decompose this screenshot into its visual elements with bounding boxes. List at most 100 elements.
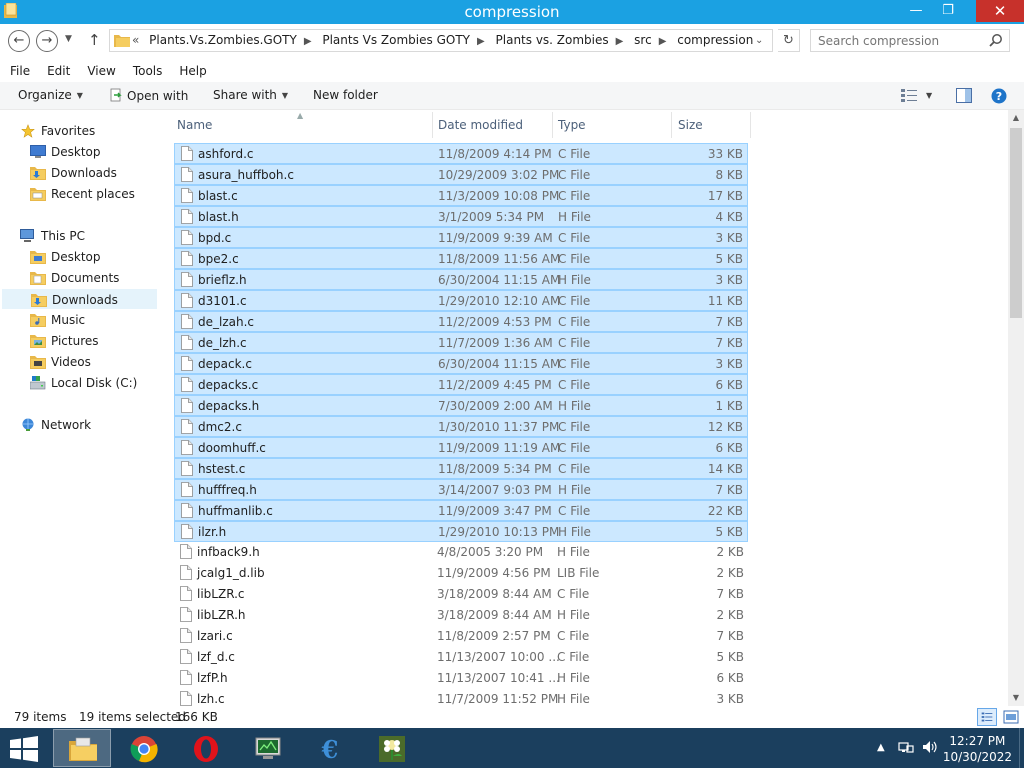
breadcrumb-item[interactable]: Plants vs. Zombies — [496, 33, 609, 47]
table-row[interactable]: depacks.h 7/30/2009 2:00 AM H File 1 KB — [174, 395, 748, 416]
table-row[interactable]: de_lzh.c 11/7/2009 1:36 AM C File 7 KB — [174, 332, 748, 353]
menu-file[interactable]: File — [0, 60, 37, 78]
column-header-name[interactable]: Name — [177, 118, 212, 132]
close-button[interactable]: ✕ — [976, 0, 1024, 22]
open-with-button[interactable]: Open with — [110, 88, 188, 103]
maximize-button[interactable]: ❐ — [934, 0, 962, 22]
table-row[interactable]: depacks.c 11/2/2009 4:45 PM C File 6 KB — [174, 374, 748, 395]
menu-edit[interactable]: Edit — [37, 60, 77, 78]
table-row[interactable]: libLZR.h 3/18/2009 8:44 AM H File 2 KB — [174, 605, 748, 626]
nav-this-pc[interactable]: This PC — [20, 226, 150, 246]
breadcrumb-separator-icon[interactable]: ▶ — [477, 36, 485, 47]
table-row[interactable]: lzh.c 11/7/2009 11:52 PM H File 3 KB — [174, 689, 748, 706]
breadcrumb-separator-icon[interactable]: ▶ — [616, 36, 624, 47]
table-row[interactable]: brieflz.h 6/30/2004 11:15 AM H File 3 KB — [174, 269, 748, 290]
search-icon[interactable] — [989, 33, 1003, 47]
chevron-down-icon[interactable]: ⌄ — [755, 35, 763, 46]
nav-pc-documents[interactable]: Documents — [30, 268, 156, 288]
search-box[interactable] — [810, 29, 1010, 52]
nav-fav-desktop[interactable]: Desktop — [30, 142, 156, 162]
table-row[interactable]: infback9.h 4/8/2005 3:20 PM H File 2 KB — [174, 542, 748, 563]
table-row[interactable]: doomhuff.c 11/9/2009 11:19 AM C File 6 KB — [174, 437, 748, 458]
taskbar-chrome[interactable] — [115, 729, 173, 767]
taskbar-app-e[interactable]: € — [301, 729, 359, 767]
table-row[interactable]: hufffreq.h 3/14/2007 9:03 PM H File 7 KB — [174, 479, 748, 500]
column-header-size[interactable]: Size — [678, 118, 703, 132]
column-divider[interactable] — [552, 112, 553, 138]
show-desktop-button[interactable] — [1019, 728, 1024, 768]
table-row[interactable]: asura_huffboh.c 10/29/2009 3:02 PM C File 8… — [174, 164, 748, 185]
breadcrumb-item[interactable]: compression — [677, 33, 753, 47]
table-row[interactable]: ashford.c 11/8/2009 4:14 PM C File 33 KB — [174, 143, 748, 164]
details-view-icon[interactable] — [977, 708, 997, 726]
nav-pc-pictures[interactable]: Pictures — [30, 331, 156, 351]
preview-pane-icon[interactable] — [956, 88, 972, 103]
table-row[interactable]: lzari.c 11/8/2009 2:57 PM C File 7 KB — [174, 626, 748, 647]
nav-fav-recent-places[interactable]: Recent places — [30, 184, 156, 204]
organize-button[interactable]: Organize ▼ — [18, 88, 83, 102]
table-row[interactable]: ilzr.h 1/29/2010 10:13 PM H File 5 KB — [174, 521, 748, 542]
scrollbar-thumb[interactable] — [1010, 128, 1022, 318]
table-row[interactable]: lzf_d.c 11/13/2007 10:00 ... C File 5 KB — [174, 647, 748, 668]
volume-icon[interactable] — [922, 740, 938, 754]
nav-network[interactable]: Network — [20, 415, 150, 435]
table-row[interactable]: lzfP.h 11/13/2007 10:41 ... H File 6 KB — [174, 668, 748, 689]
change-view-icon[interactable] — [901, 88, 917, 102]
breadcrumb-item[interactable]: Plants.Vs.Zombies.GOTY — [149, 33, 297, 47]
column-header-date[interactable]: Date modified — [438, 118, 523, 132]
table-row[interactable]: bpd.c 11/9/2009 9:39 AM C File 3 KB — [174, 227, 748, 248]
forward-button[interactable]: → — [36, 30, 58, 52]
minimize-button[interactable]: — — [902, 0, 930, 22]
table-row[interactable]: hstest.c 11/8/2009 5:34 PM C File 14 KB — [174, 458, 748, 479]
taskbar-file-explorer[interactable] — [53, 729, 111, 767]
table-row[interactable]: blast.c 11/3/2009 10:08 PM C File 17 KB — [174, 185, 748, 206]
network-status-icon[interactable] — [898, 740, 914, 754]
nav-pc-desktop[interactable]: Desktop — [30, 247, 156, 267]
scroll-up-arrow[interactable]: ▲ — [1008, 110, 1024, 126]
table-row[interactable]: huffmanlib.c 11/9/2009 3:47 PM C File 22 KB — [174, 500, 748, 521]
menu-help[interactable]: Help — [169, 60, 213, 78]
up-button[interactable]: ↑ — [88, 31, 101, 49]
table-row[interactable]: dmc2.c 1/30/2010 11:37 PM C File 12 KB — [174, 416, 748, 437]
column-divider[interactable] — [750, 112, 751, 138]
table-row[interactable]: d3101.c 1/29/2010 12:10 AM C File 11 KB — [174, 290, 748, 311]
nav-pc-downloads[interactable]: Downloads — [2, 289, 157, 309]
breadcrumb-separator-icon[interactable]: ▶ — [659, 36, 667, 47]
address-bar[interactable]: « Plants.Vs.Zombies.GOTY ▶ Plants Vs Zomb… — [109, 29, 773, 52]
breadcrumb-item[interactable]: src — [634, 33, 652, 47]
large-icons-view-icon[interactable] — [1002, 709, 1020, 725]
taskbar-clock[interactable]: 12:27 PM 10/30/2022 — [943, 733, 1012, 765]
vertical-scrollbar[interactable]: ▲ ▼ — [1008, 110, 1024, 706]
scroll-down-arrow[interactable]: ▼ — [1008, 690, 1024, 706]
breadcrumb-item[interactable]: Plants Vs Zombies GOTY — [322, 33, 470, 47]
menu-tools[interactable]: Tools — [123, 60, 170, 78]
breadcrumb-separator-icon[interactable]: ▶ — [304, 36, 312, 47]
windows-start-icon[interactable] — [10, 736, 38, 762]
help-icon[interactable]: ? — [991, 88, 1007, 104]
recent-locations-dropdown[interactable]: ▼ — [65, 34, 72, 44]
new-folder-button[interactable]: New folder — [313, 88, 378, 102]
table-row[interactable]: libLZR.c 3/18/2009 8:44 AM C File 7 KB — [174, 584, 748, 605]
table-row[interactable]: jcalg1_d.lib 11/9/2009 4:56 PM LIB File 2 K… — [174, 563, 748, 584]
nav-pc-videos[interactable]: Videos — [30, 352, 156, 372]
column-header-type[interactable]: Type — [558, 118, 586, 132]
taskbar-opera[interactable] — [177, 729, 235, 767]
taskbar-plants-vs-zombies[interactable] — [363, 729, 421, 767]
share-with-button[interactable]: Share with ▼ — [213, 88, 288, 102]
table-row[interactable]: blast.h 3/1/2009 5:34 PM H File 4 KB — [174, 206, 748, 227]
table-row[interactable]: de_lzah.c 11/2/2009 4:53 PM C File 7 KB — [174, 311, 748, 332]
nav-pc-local-disk[interactable]: Local Disk (C:) — [30, 373, 156, 393]
table-row[interactable]: depack.c 6/30/2004 11:15 AM C File 3 KB — [174, 353, 748, 374]
refresh-button[interactable]: ↻ — [778, 29, 800, 52]
breadcrumb-overflow[interactable]: « — [132, 33, 139, 47]
nav-pc-music[interactable]: Music — [30, 310, 156, 330]
chevron-down-icon[interactable]: ▼ — [926, 91, 932, 100]
column-divider[interactable] — [432, 112, 433, 138]
table-row[interactable]: bpe2.c 11/8/2009 11:56 AM C File 5 KB — [174, 248, 748, 269]
column-divider[interactable] — [671, 112, 672, 138]
nav-favorites[interactable]: Favorites — [20, 121, 150, 141]
back-button[interactable]: ← — [8, 30, 30, 52]
nav-fav-downloads[interactable]: Downloads — [30, 163, 156, 183]
search-input[interactable] — [811, 30, 987, 51]
menu-view[interactable]: View — [77, 60, 122, 78]
